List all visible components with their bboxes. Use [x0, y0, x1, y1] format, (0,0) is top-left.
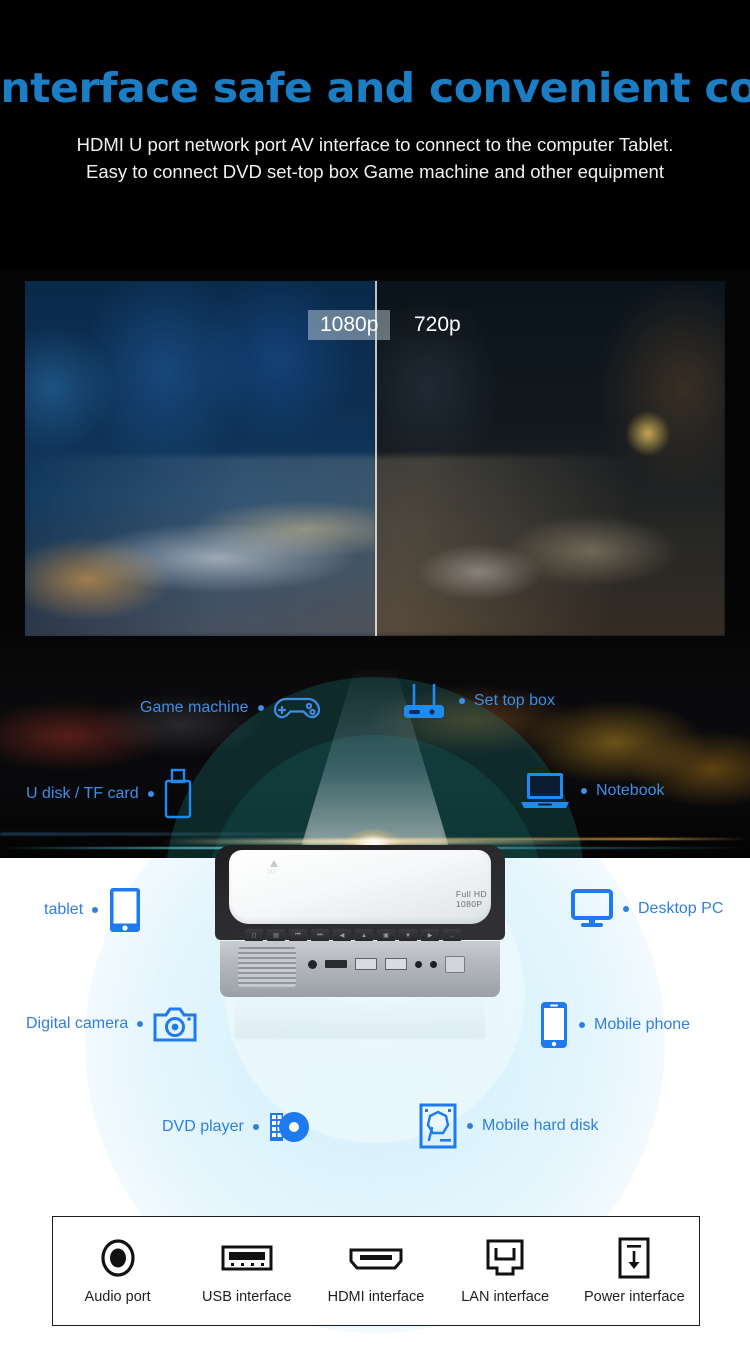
port-label: Audio port — [84, 1289, 151, 1305]
camera-icon — [153, 1007, 197, 1042]
projector-hdmi-port — [325, 960, 347, 968]
projector-av-port — [308, 959, 317, 969]
connection-label: Mobile phone — [594, 1016, 691, 1033]
power-socket-icon — [617, 1237, 651, 1279]
page-subtitle: HDMI U port network port AV interface to… — [0, 131, 750, 185]
port-label: Power interface — [583, 1289, 685, 1305]
connection-dvd-player: DVD player — [162, 1105, 312, 1149]
bullet-dot — [92, 907, 99, 913]
connection-set-top-box: Set top box — [398, 683, 555, 719]
projector-port-strip — [308, 951, 478, 977]
bullet-dot — [252, 1124, 259, 1130]
bullet-dot — [581, 788, 587, 794]
port-label: USB interface — [202, 1289, 292, 1305]
connection-game-machine: Game machine — [140, 691, 321, 725]
connection-label: Set top box — [474, 692, 555, 709]
connection-label: U disk / TF card — [26, 785, 139, 802]
connection-mobile-phone: Mobile phone — [538, 1000, 690, 1050]
bullet-dot — [257, 705, 264, 711]
usb-port-icon — [221, 1237, 273, 1279]
tablet-icon — [110, 888, 141, 932]
connection-label: DVD player — [162, 1118, 244, 1135]
port-item-power: Power interface — [574, 1237, 694, 1305]
projector-rca-port-2 — [430, 960, 437, 968]
port-item-lan: LAN interface — [445, 1237, 565, 1305]
connection-digital-camera: Digital camera — [26, 1004, 198, 1044]
projector-reflection — [235, 995, 485, 1039]
projector-vent-grille — [238, 947, 296, 987]
bullet-dot — [623, 906, 629, 912]
port-item-hdmi: HDMI interface — [316, 1237, 436, 1305]
projector-brand-logo-icon: ▷▷ — [267, 860, 278, 875]
projector-body-shell — [220, 941, 500, 997]
laptop-icon — [521, 773, 569, 808]
port-item-audio: Audio port — [58, 1237, 178, 1305]
connection-tablet: tablet — [44, 886, 143, 934]
badge-720p: 720p — [402, 310, 473, 340]
connection-label: tablet — [44, 901, 84, 918]
monitor-icon — [571, 889, 613, 927]
projector-device: ▷▷ Full HD 1080P ◻ ▤ ⏮ ⏭ ◀ ▲ ▣ ▼ ▶ ← — [215, 845, 505, 1039]
connection-desktop-pc: Desktop PC — [570, 888, 723, 930]
connection-mobile-hard-disk: Mobile hard disk — [418, 1102, 599, 1150]
connection-label: Game machine — [140, 699, 249, 716]
projector-rca-port-1 — [415, 960, 422, 968]
connection-notebook: Notebook — [518, 770, 665, 812]
connection-u-disk-tf-card: U disk / TF card — [26, 768, 193, 820]
port-label: LAN interface — [461, 1289, 550, 1305]
header-section: Interface safe and convenient connection… — [0, 0, 750, 270]
page-title: Interface safe and convenient connection — [0, 64, 750, 112]
product-feature-page: Interface safe and convenient connection… — [0, 0, 750, 1351]
hard-disk-icon — [419, 1103, 457, 1149]
port-item-usb: USB interface — [187, 1237, 307, 1305]
projector-fullhd-label: Full HD 1080P — [456, 889, 487, 909]
fullhd-line-2: 1080P — [455, 899, 483, 909]
dvd-disc-icon — [269, 1112, 309, 1142]
bullet-dot — [137, 1021, 144, 1027]
projector-usb-port-2 — [385, 958, 407, 970]
lan-rj45-icon — [485, 1237, 525, 1279]
connection-label: Mobile hard disk — [482, 1117, 599, 1134]
connection-label: Desktop PC — [638, 900, 724, 917]
connection-label: Notebook — [596, 782, 665, 799]
audio-jack-icon — [99, 1237, 137, 1279]
subtitle-line-2: Easy to connect DVD set-top box Game mac… — [86, 161, 664, 182]
bullet-dot — [147, 791, 154, 797]
projector-usb-port-1 — [355, 958, 377, 970]
svg-text:▷▷: ▷▷ — [267, 869, 277, 875]
bullet-dot — [467, 1123, 473, 1129]
bullet-dot — [459, 698, 465, 704]
projector-lan-port — [445, 955, 465, 973]
interface-port-panel: Audio port USB interface HDMI interface … — [52, 1216, 700, 1326]
router-icon — [404, 683, 444, 718]
lens-flare-streak — [160, 839, 590, 844]
fullhd-line-1: Full HD — [455, 889, 487, 899]
badge-1080p: 1080p — [308, 310, 391, 340]
connection-label: Digital camera — [26, 1015, 129, 1032]
bullet-dot — [579, 1022, 585, 1028]
hdmi-port-icon — [348, 1237, 404, 1279]
gamepad-icon — [273, 697, 320, 719]
projector-top-shell: ▷▷ Full HD 1080P ◻ ▤ ⏮ ⏭ ◀ ▲ ▣ ▼ ▶ ← — [215, 845, 505, 942]
usb-flash-drive-icon — [164, 768, 191, 819]
smartphone-icon — [541, 1002, 567, 1048]
port-label: HDMI interface — [327, 1289, 425, 1305]
subtitle-line-1: HDMI U port network port AV interface to… — [76, 134, 674, 155]
